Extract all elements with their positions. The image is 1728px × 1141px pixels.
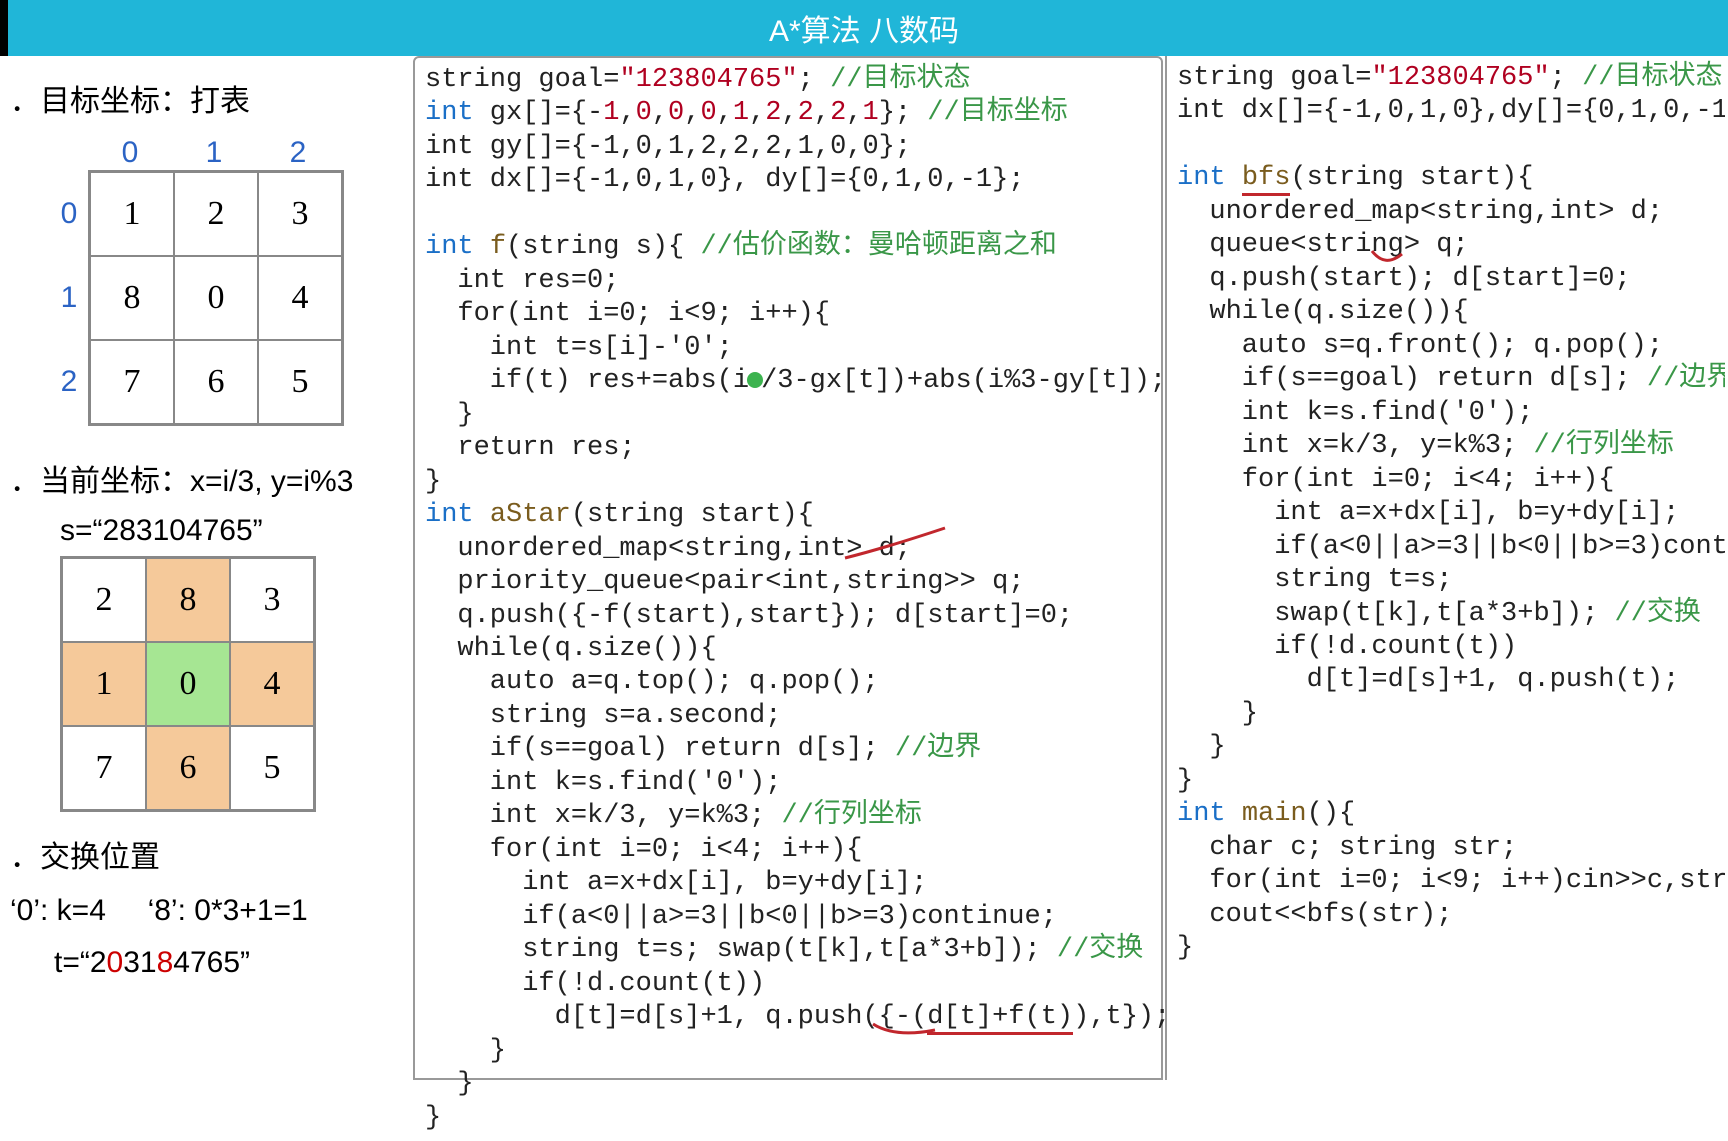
goal-cell: 2 [174,172,258,256]
section3-label: ．交换位置 [10,832,400,876]
goal-cell: 0 [174,256,258,340]
axis-col-1: 1 [172,130,256,170]
k-eight: ‘8’: 0*3+1=1 [148,894,308,927]
axis-row-0: 0 [50,172,88,256]
content-area: ．目标坐标：打表 0 1 2 0 1 2 1 2 3 [0,56,1728,1080]
k-line: ‘0’: k=4 ‘8’: 0*3+1=1 [10,894,400,928]
goal-cell: 1 [90,172,174,256]
start-cell: 5 [230,726,314,810]
start-cell: 3 [230,558,314,642]
axis-row-1: 1 [50,256,88,340]
s-string: s=“283104765” [60,514,400,548]
goal-cell: 5 [258,340,342,424]
axis-col-0: 0 [88,130,172,170]
goal-cell: 6 [174,340,258,424]
start-cell: 6 [146,726,230,810]
section2-label: ．当前坐标：x=i/3, y=i%3 [10,456,400,500]
t-string: t=“203184765” [54,946,400,980]
start-cell: 1 [62,642,146,726]
axis-col-2: 2 [256,130,340,170]
start-cell: 7 [62,726,146,810]
code-pane-astar: string goal="123804765"; //目标状态 int gx[]… [413,56,1163,1080]
start-cell: 8 [146,558,230,642]
k-zero: ‘0’: k=4 [10,894,106,927]
title-bar: A*算法 八数码 [0,0,1728,56]
goal-grid-block: 0 1 2 0 1 2 1 2 3 8 [50,130,400,426]
start-cell: 0 [146,642,230,726]
code-pane-bfs: string goal="123804765"; //目标状态 int dx[]… [1165,56,1725,1080]
start-cell: 2 [62,558,146,642]
start-grid: 2 8 3 1 0 4 7 6 5 [60,556,316,812]
axis-row-2: 2 [50,340,88,424]
goal-cell: 4 [258,256,342,340]
page-title: A*算法 八数码 [769,6,959,50]
goal-cell: 3 [258,172,342,256]
left-pane: ．目标坐标：打表 0 1 2 0 1 2 1 2 3 [0,56,410,1080]
goal-cell: 7 [90,340,174,424]
goal-cell: 8 [90,256,174,340]
astar-code: string goal="123804765"; //目标状态 int gx[]… [415,58,1161,1141]
start-cell: 4 [230,642,314,726]
section1-label: ．目标坐标：打表 [10,76,400,120]
bfs-code: string goal="123804765"; //目标状态 int dx[]… [1167,56,1725,972]
cursor-dot-icon [747,372,763,388]
goal-grid: 1 2 3 8 0 4 7 6 5 [88,170,344,426]
